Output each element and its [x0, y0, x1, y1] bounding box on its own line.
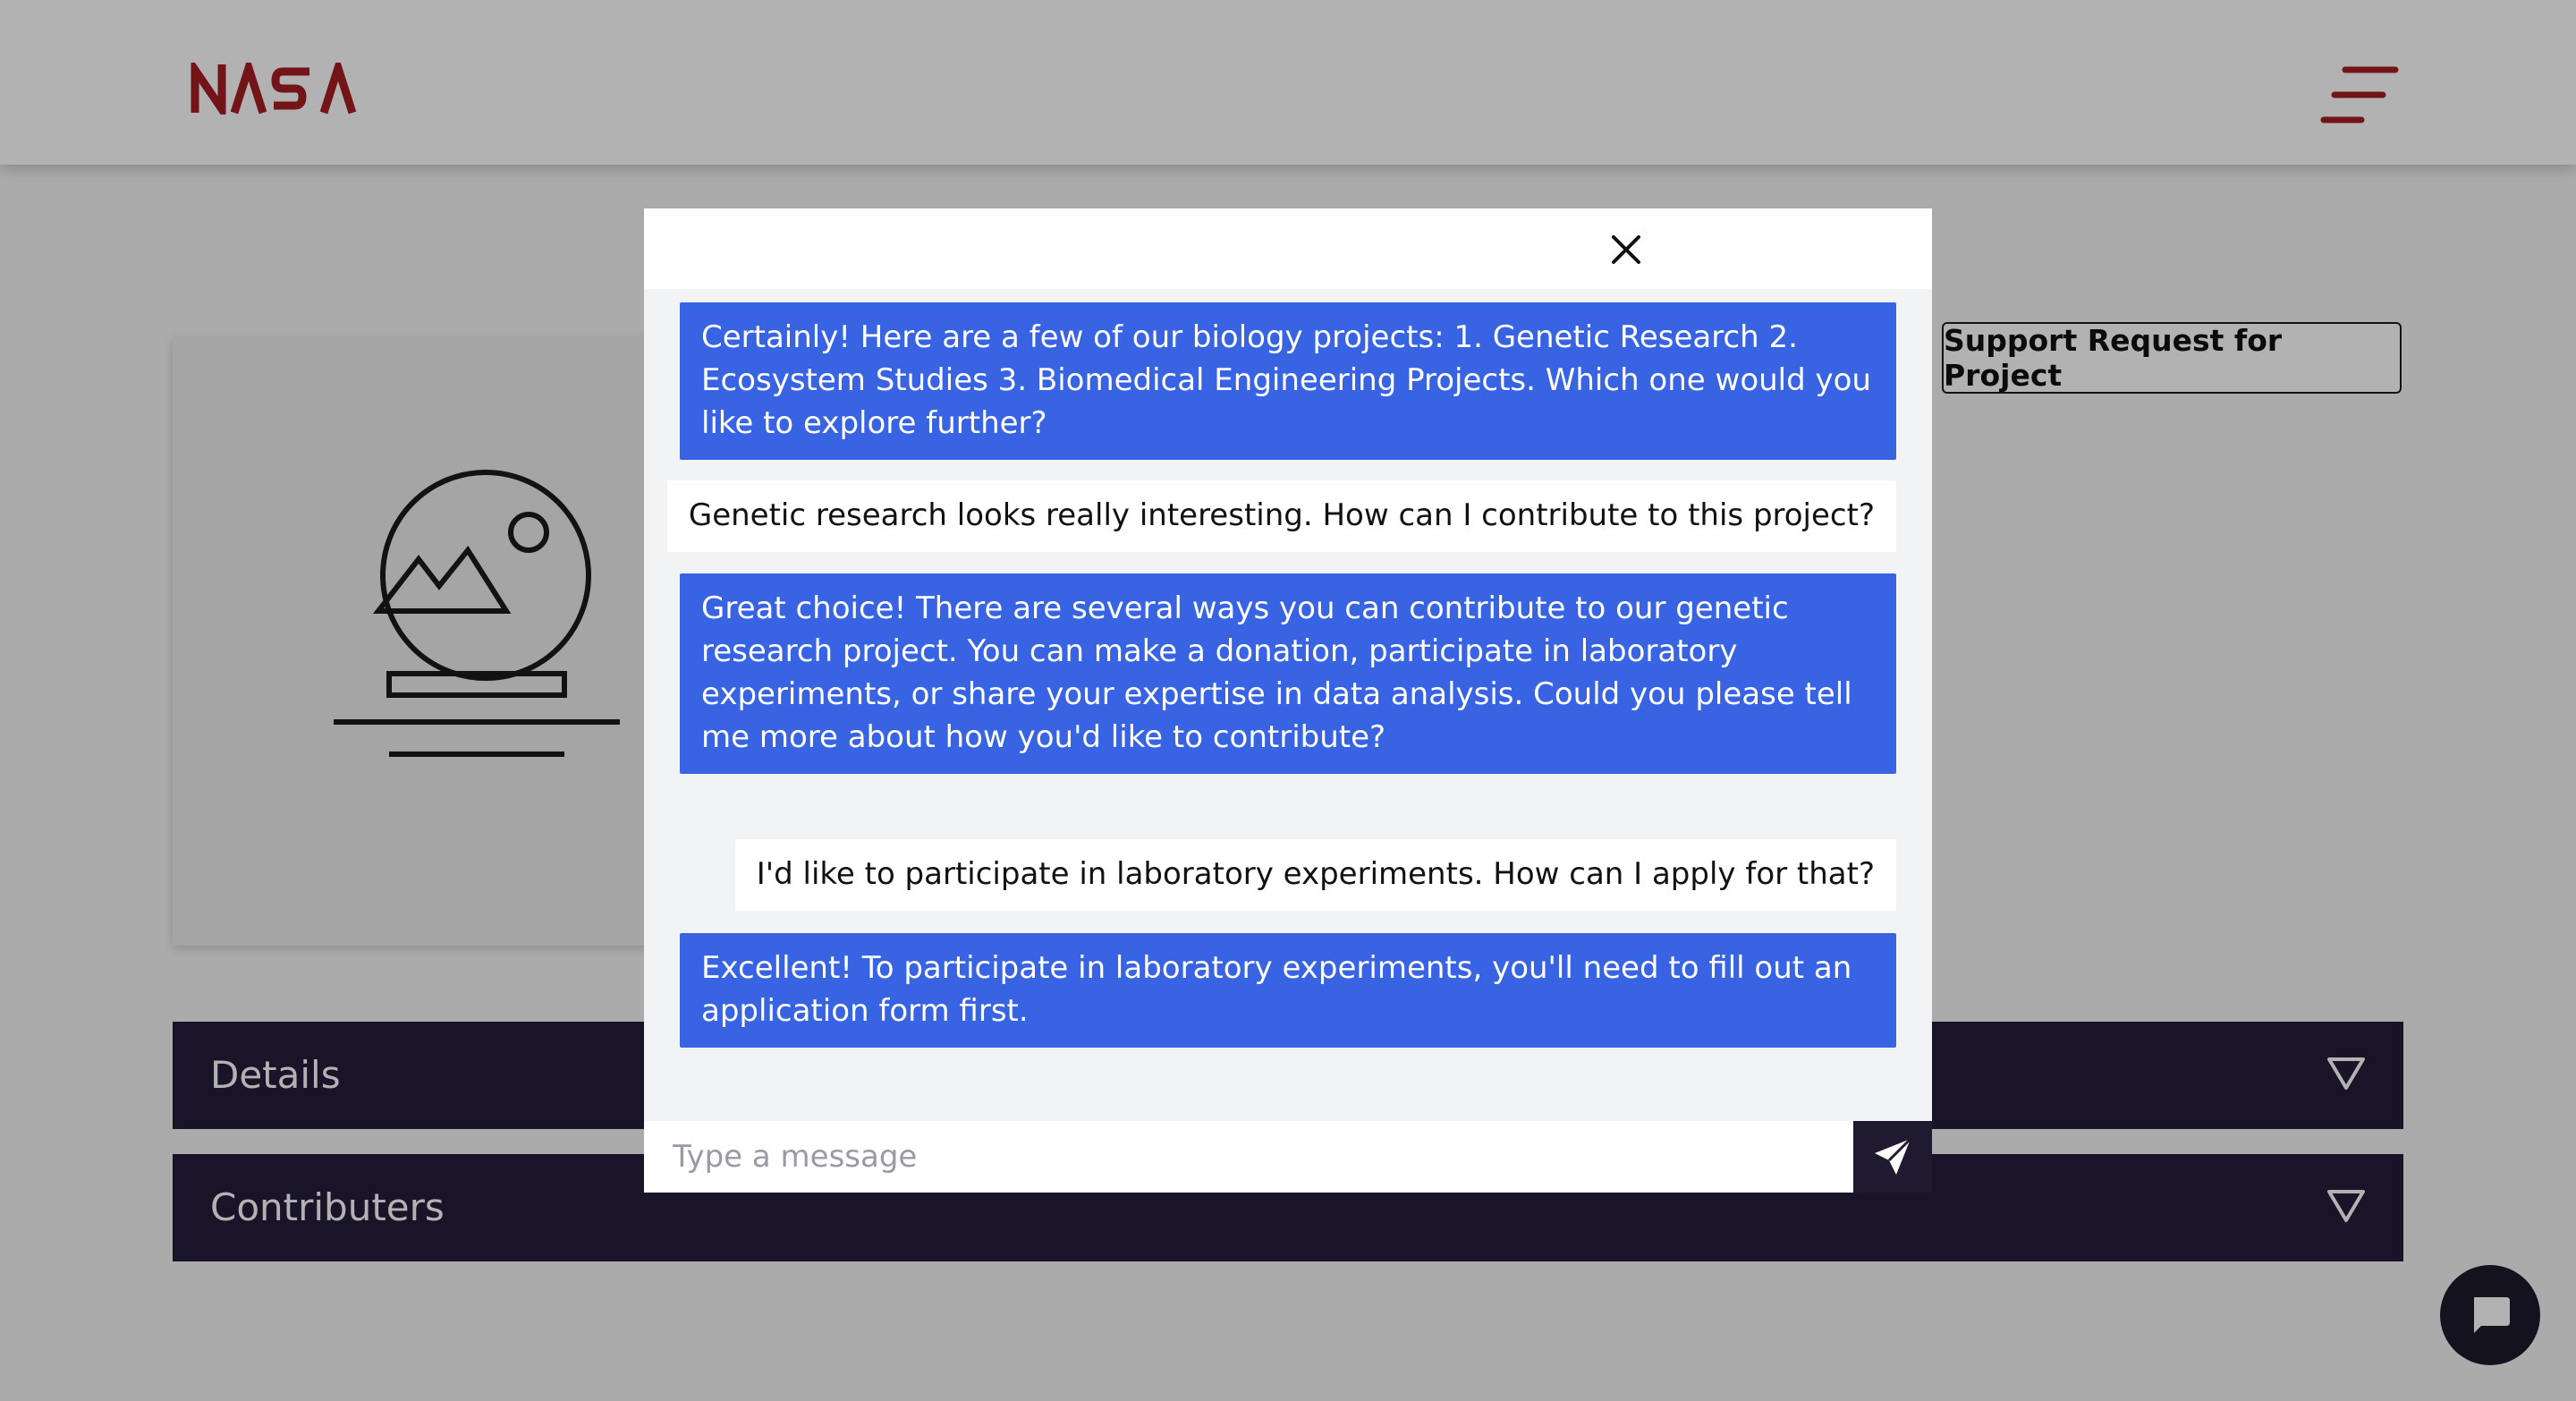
chat-modal: Certainly! Here are a few of our biology…	[644, 208, 1932, 1193]
user-message: Genetic research looks really interestin…	[666, 480, 1896, 552]
send-icon	[1875, 1137, 1912, 1175]
close-icon[interactable]	[1605, 228, 1648, 271]
chat-messages: Certainly! Here are a few of our biology…	[644, 289, 1932, 1103]
bot-message: Certainly! Here are a few of our biology…	[680, 302, 1896, 460]
send-button[interactable]	[1853, 1121, 1932, 1193]
bot-message: Excellent! To participate in laboratory …	[680, 933, 1896, 1048]
chat-modal-header	[644, 208, 1932, 289]
chat-composer	[644, 1121, 1932, 1193]
user-message: I'd like to participate in laboratory ex…	[734, 839, 1896, 911]
bot-message: Great choice! There are several ways you…	[680, 573, 1896, 774]
message-input[interactable]	[644, 1121, 1853, 1193]
